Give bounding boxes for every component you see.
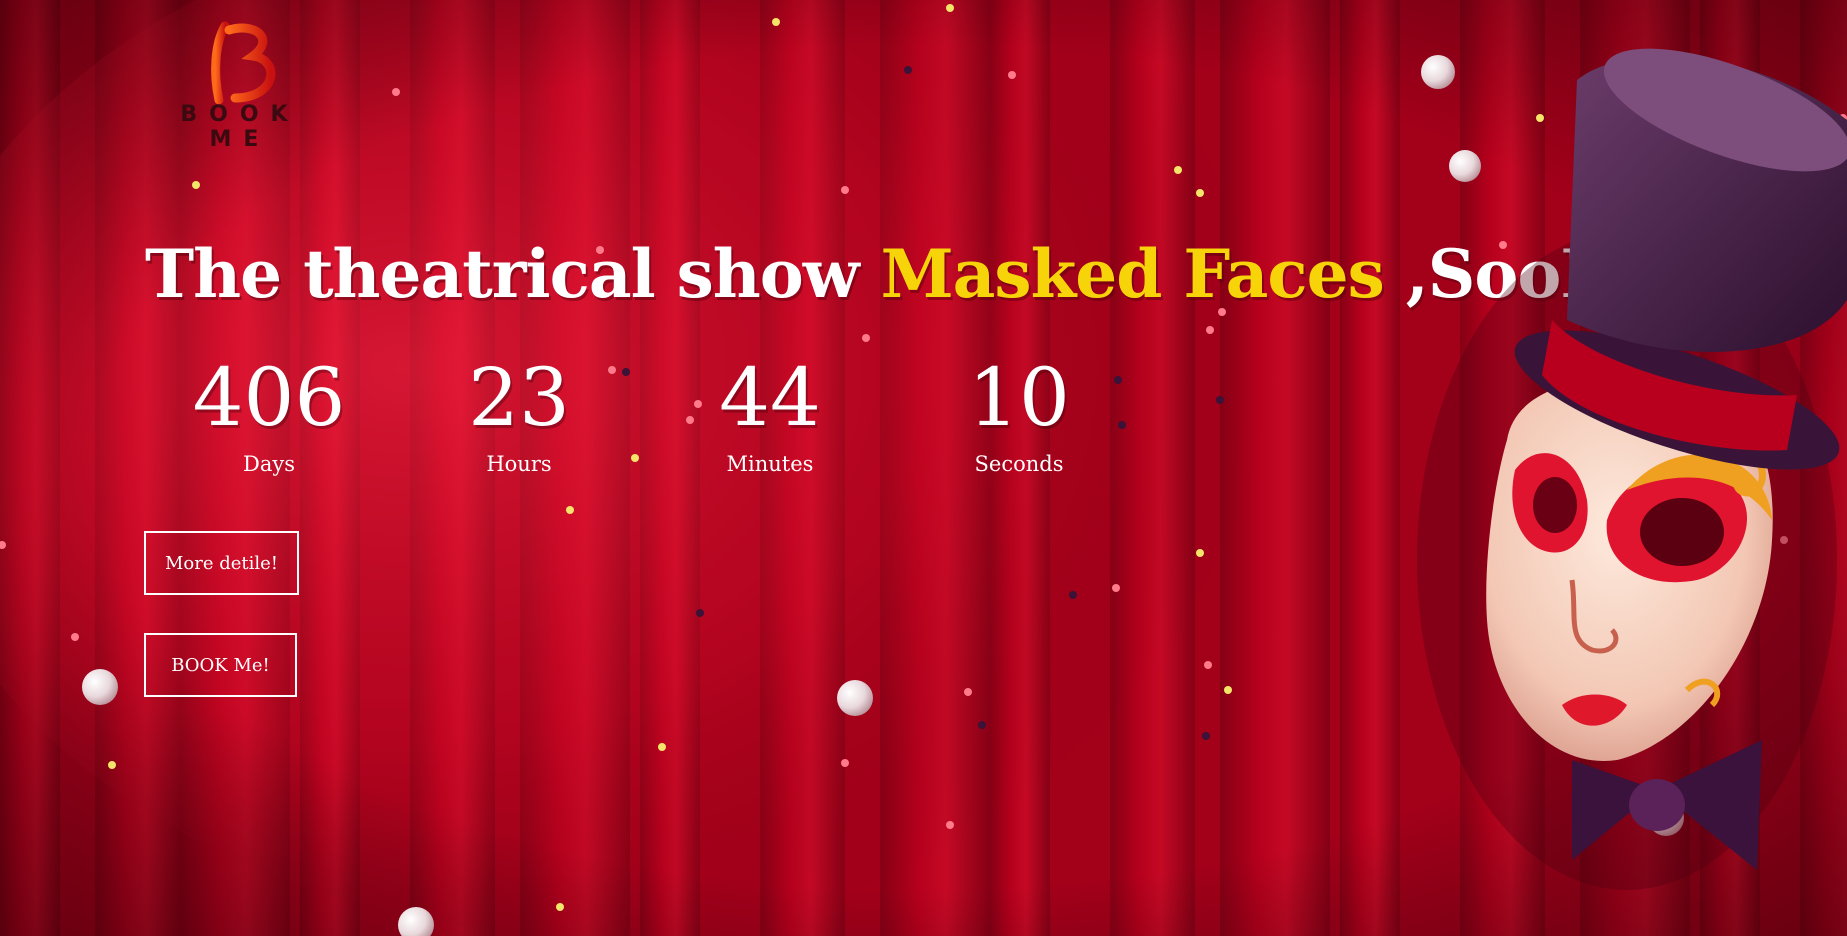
confetti-dot bbox=[946, 821, 954, 829]
confetti-dot bbox=[658, 743, 666, 751]
countdown-timer: 406 Days 23 Hours 44 Minutes 10 Seconds bbox=[0, 350, 1200, 500]
confetti-dot bbox=[978, 721, 986, 729]
confetti-dot bbox=[71, 633, 79, 641]
headline-text: The theatrical show bbox=[145, 235, 881, 313]
confetti-dot bbox=[566, 506, 574, 514]
more-details-button[interactable]: More detile! bbox=[144, 531, 299, 595]
confetti-dot bbox=[108, 761, 116, 769]
confetti-dot bbox=[1206, 326, 1214, 334]
confetti-dot bbox=[696, 609, 704, 617]
seconds-label: Seconds bbox=[974, 452, 1064, 476]
confetti-dot bbox=[841, 759, 849, 767]
confetti-dot bbox=[556, 903, 564, 911]
confetti-dot bbox=[1216, 396, 1224, 404]
confetti-dot bbox=[1174, 166, 1182, 174]
countdown-days: 406 Days bbox=[159, 350, 379, 476]
confetti-dot bbox=[946, 4, 954, 12]
confetti-dot bbox=[1196, 549, 1204, 557]
seconds-value: 10 bbox=[968, 351, 1070, 444]
confetti-dot bbox=[1112, 584, 1120, 592]
confetti-dot bbox=[1204, 661, 1212, 669]
confetti-dot bbox=[841, 186, 849, 194]
confetti-dot bbox=[964, 688, 972, 696]
confetti-dot bbox=[1069, 591, 1077, 599]
logo-b-icon bbox=[211, 21, 276, 105]
logo-wordmark: BOOK ME bbox=[180, 102, 300, 152]
confetti-dot bbox=[1224, 686, 1232, 694]
hours-label: Hours bbox=[486, 452, 552, 476]
countdown-hours: 23 Hours bbox=[409, 350, 629, 476]
confetti-dot bbox=[1196, 189, 1204, 197]
countdown-seconds: 10 Seconds bbox=[909, 350, 1129, 476]
show-title: Masked Faces bbox=[880, 235, 1385, 313]
pearl-bead bbox=[837, 680, 873, 716]
countdown-minutes: 44 Minutes bbox=[660, 350, 880, 476]
landing-page: BOOK ME The theatrical show Masked Faces… bbox=[0, 0, 1847, 936]
confetti-dot bbox=[904, 66, 912, 74]
hours-value: 23 bbox=[468, 351, 570, 444]
brand-logo[interactable]: BOOK ME bbox=[150, 18, 330, 152]
minutes-value: 44 bbox=[719, 351, 821, 444]
confetti-dot bbox=[1202, 732, 1210, 740]
confetti-dot bbox=[1008, 71, 1016, 79]
confetti-dot bbox=[862, 334, 870, 342]
confetti-dot bbox=[772, 18, 780, 26]
confetti-dot bbox=[392, 88, 400, 96]
minutes-label: Minutes bbox=[726, 452, 814, 476]
days-label: Days bbox=[243, 452, 295, 476]
pearl-bead bbox=[82, 669, 118, 705]
book-me-button[interactable]: BOOK Me! bbox=[144, 633, 297, 697]
confetti-dot bbox=[192, 181, 200, 189]
days-value: 406 bbox=[192, 351, 346, 444]
masked-clown-illustration bbox=[1417, 48, 1847, 890]
